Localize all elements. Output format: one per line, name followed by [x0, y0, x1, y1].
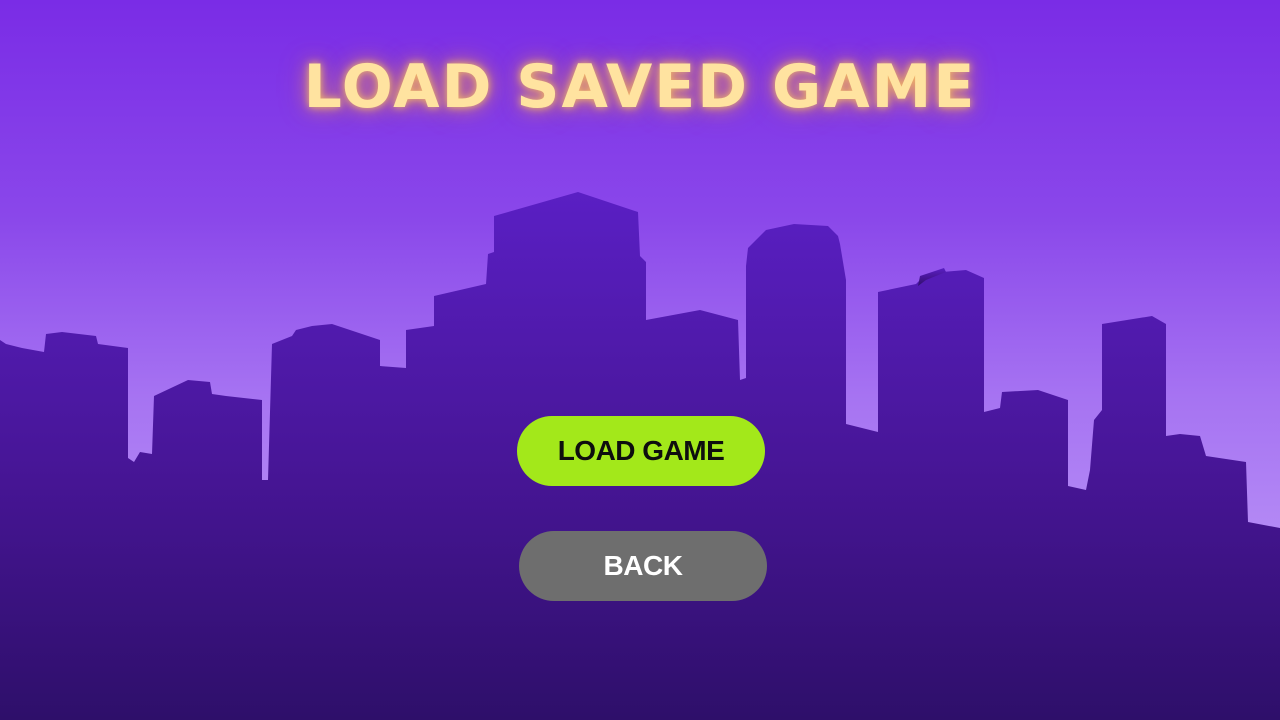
back-button-label: BACK	[603, 550, 683, 581]
screen-title: LOAD SAVED GAME	[303, 52, 977, 122]
load-game-button-label: LOAD GAME	[557, 435, 725, 466]
back-button[interactable]: BACK	[519, 531, 767, 601]
load-game-button[interactable]: LOAD GAME	[517, 416, 765, 486]
load-saved-game-screen: LOAD SAVED GAME LOAD GAME BACK	[0, 0, 1280, 720]
